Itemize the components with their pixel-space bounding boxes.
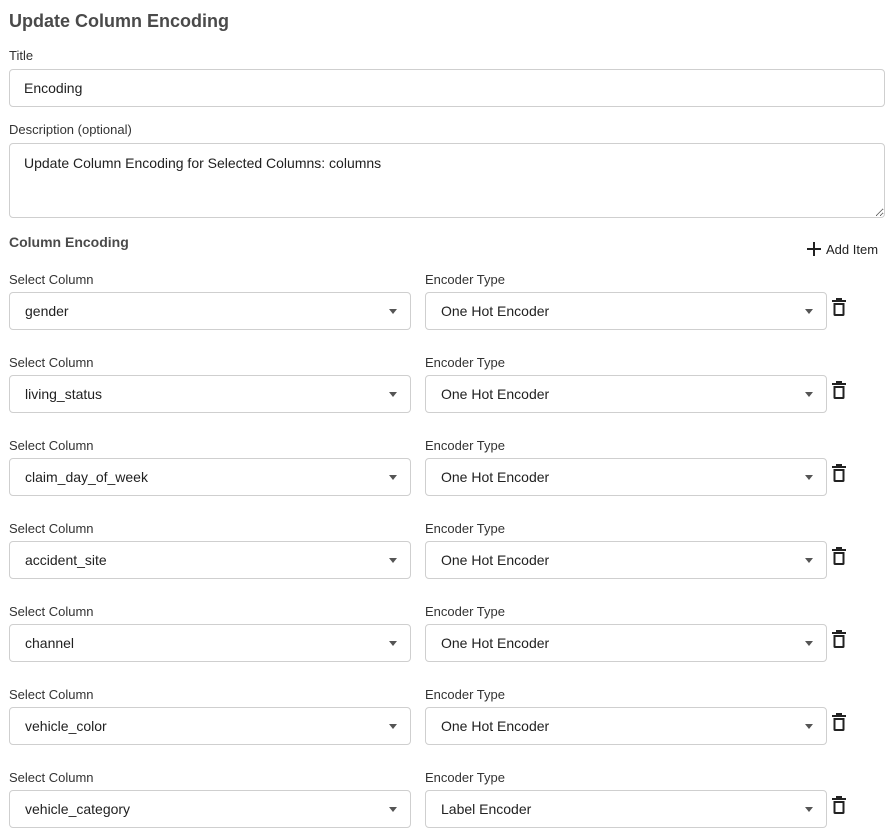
encoding-row: Select Column Encoder Type accident_site… (0, 521, 891, 591)
add-item-button[interactable]: Add Item (806, 239, 878, 259)
encoder-type-value: One Hot Encoder (441, 303, 550, 319)
select-column-value: accident_site (25, 552, 107, 568)
select-column-value: living_status (25, 386, 103, 402)
add-item-label: Add Item (826, 241, 879, 257)
select-column-dropdown[interactable]: accident_site (9, 541, 411, 579)
encoder-type-dropdown[interactable]: One Hot Encoder (425, 707, 827, 745)
select-column-dropdown[interactable]: gender (9, 292, 411, 330)
caret-down-icon (805, 641, 813, 646)
encoder-type-value: One Hot Encoder (441, 386, 550, 402)
encoder-type-label: Encoder Type (425, 438, 505, 453)
encoder-type-label: Encoder Type (425, 355, 505, 370)
select-column-label: Select Column (9, 438, 94, 453)
select-column-value: vehicle_color (25, 718, 107, 734)
title-label: Title (9, 48, 34, 63)
encoder-type-dropdown[interactable]: One Hot Encoder (425, 458, 827, 496)
encoding-row: Select Column Encoder Type gender One Ho… (0, 272, 891, 342)
select-column-label: Select Column (9, 355, 94, 370)
caret-down-icon (389, 392, 397, 397)
encoding-row: Select Column Encoder Type claim_day_of_… (0, 438, 891, 508)
page-title: Update Column Encoding (9, 11, 229, 31)
column-encoding-title: Column Encoding (9, 234, 129, 250)
caret-down-icon (805, 475, 813, 480)
encoder-type-dropdown[interactable]: One Hot Encoder (425, 292, 827, 330)
trash-icon[interactable] (832, 796, 846, 814)
select-column-dropdown[interactable]: claim_day_of_week (9, 458, 411, 496)
encoding-row: Select Column Encoder Type vehicle_color… (0, 687, 891, 757)
encoding-row: Select Column Encoder Type channel One H… (0, 604, 891, 674)
encoder-type-label: Encoder Type (425, 604, 505, 619)
description-textarea[interactable]: Update Column Encoding for Selected Colu… (9, 143, 885, 218)
caret-down-icon (805, 392, 813, 397)
select-column-label: Select Column (9, 770, 94, 785)
select-column-value: gender (25, 303, 69, 319)
select-column-value: vehicle_category (25, 801, 131, 817)
select-column-label: Select Column (9, 521, 94, 536)
encoder-type-label: Encoder Type (425, 272, 505, 287)
select-column-dropdown[interactable]: living_status (9, 375, 411, 413)
trash-icon[interactable] (832, 547, 846, 565)
caret-down-icon (389, 475, 397, 480)
trash-icon[interactable] (832, 630, 846, 648)
caret-down-icon (805, 558, 813, 563)
caret-down-icon (389, 558, 397, 563)
trash-icon[interactable] (832, 464, 846, 482)
select-column-value: channel (25, 635, 75, 651)
encoder-type-value: One Hot Encoder (441, 635, 550, 651)
plus-icon (806, 241, 822, 257)
encoder-type-dropdown[interactable]: One Hot Encoder (425, 541, 827, 579)
caret-down-icon (389, 807, 397, 812)
caret-down-icon (805, 724, 813, 729)
description-label: Description (optional) (9, 122, 132, 137)
encoder-type-value: One Hot Encoder (441, 469, 550, 485)
select-column-value: claim_day_of_week (25, 469, 148, 485)
caret-down-icon (389, 309, 397, 314)
caret-down-icon (389, 641, 397, 646)
select-column-dropdown[interactable]: vehicle_category (9, 790, 411, 828)
encoder-type-value: One Hot Encoder (441, 552, 550, 568)
encoder-type-label: Encoder Type (425, 521, 505, 536)
encoder-type-dropdown[interactable]: One Hot Encoder (425, 624, 827, 662)
trash-icon[interactable] (832, 298, 846, 316)
trash-icon[interactable] (832, 381, 846, 399)
select-column-label: Select Column (9, 272, 94, 287)
encoding-row: Select Column Encoder Type living_status… (0, 355, 891, 425)
caret-down-icon (805, 309, 813, 314)
encoding-row: Select Column Encoder Type vehicle_categ… (0, 770, 891, 840)
encoder-type-value: One Hot Encoder (441, 718, 550, 734)
title-input[interactable] (9, 69, 885, 107)
caret-down-icon (805, 807, 813, 812)
caret-down-icon (389, 724, 397, 729)
encoder-type-label: Encoder Type (425, 687, 505, 702)
encoder-type-dropdown[interactable]: One Hot Encoder (425, 375, 827, 413)
select-column-dropdown[interactable]: channel (9, 624, 411, 662)
trash-icon[interactable] (832, 713, 846, 731)
select-column-dropdown[interactable]: vehicle_color (9, 707, 411, 745)
encoder-type-label: Encoder Type (425, 770, 505, 785)
select-column-label: Select Column (9, 604, 94, 619)
encoder-type-value: Label Encoder (441, 801, 532, 817)
encoder-type-dropdown[interactable]: Label Encoder (425, 790, 827, 828)
select-column-label: Select Column (9, 687, 94, 702)
